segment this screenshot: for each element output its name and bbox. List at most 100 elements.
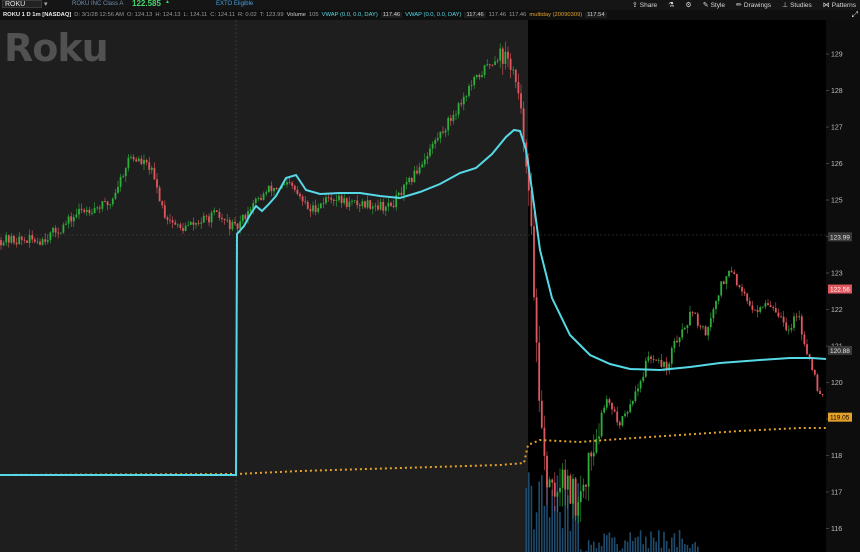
drawings-button[interactable]: ✏ Drawings [736, 1, 771, 10]
volume-bar [642, 544, 644, 552]
candle-body [59, 232, 62, 234]
volume-bar [650, 531, 652, 552]
candle-body [416, 170, 418, 174]
volume-bar [538, 481, 540, 552]
volume-bar [551, 489, 553, 552]
candle-body [356, 200, 359, 206]
volume-bar [621, 548, 624, 552]
candle-body [236, 223, 239, 229]
candle-body [725, 276, 728, 284]
candle-body [629, 404, 632, 413]
candle-body [543, 427, 546, 456]
candle-body [787, 329, 790, 331]
candle-body [366, 200, 369, 208]
candle-body [80, 208, 83, 210]
candle-body [743, 291, 746, 294]
candle-body [769, 305, 772, 308]
candle-body [587, 452, 590, 487]
candle-body [49, 232, 52, 241]
candle-body [392, 205, 395, 208]
candle-body [41, 239, 44, 245]
style-button[interactable]: ✎ Style [703, 1, 725, 10]
candle-body [564, 469, 567, 490]
candle-body [182, 227, 184, 231]
candle-body [452, 114, 455, 121]
chevron-down-icon[interactable]: ▾ [44, 0, 48, 9]
candle-body [234, 221, 236, 224]
candle-body [639, 381, 642, 389]
candle-body [239, 221, 242, 229]
candle-body [202, 215, 205, 223]
candle-body [434, 140, 437, 144]
patterns-label: Patterns [831, 1, 856, 9]
candle-body [613, 409, 616, 412]
volume-bar [535, 512, 538, 552]
legend-typical: T: 123.99 [259, 12, 284, 18]
share-button[interactable]: ⇪ Share [632, 1, 657, 10]
flask-button[interactable]: ⚗ [668, 1, 674, 10]
chart-title[interactable]: ROKU 1 D 1m [NASDAQ] [0, 12, 71, 18]
volume-label[interactable]: Volume [287, 12, 306, 18]
candle-body [75, 214, 78, 217]
candle-body [512, 69, 515, 71]
volume-bar [543, 505, 546, 552]
vwap1-label[interactable]: VWAP (0.0, 0.0, DAY) [322, 12, 378, 18]
volume-bar [624, 540, 626, 552]
volume-bar [587, 540, 590, 552]
candle-body [483, 65, 486, 76]
candle-body [163, 205, 166, 218]
vwap2-label[interactable]: VWAP (0.0, 0.0, DAY) [405, 12, 461, 18]
candle-body [574, 478, 577, 516]
candle-body [465, 95, 468, 97]
candle-body [806, 344, 808, 355]
candle-body [140, 158, 143, 164]
candle-body [546, 455, 548, 488]
toolbar-actions: ⇪ Share ⚗ ⚙ ✎ Style ✏ Drawings ⊥ Studies… [632, 0, 856, 10]
candle-body [634, 391, 637, 401]
volume-bar [613, 537, 616, 552]
flask-icon: ⚗ [668, 1, 675, 9]
settings-button[interactable]: ⚙ [685, 1, 691, 10]
candle-body [270, 185, 273, 192]
candle-body [429, 148, 431, 157]
candle-body [119, 176, 122, 187]
candle-body [774, 308, 777, 313]
candle-body [2, 242, 5, 246]
candle-body [377, 205, 379, 210]
candle-body [226, 219, 229, 221]
price-chart[interactable]: 1291281271261251241231221211201191181171… [0, 20, 860, 552]
candle-body [257, 198, 260, 199]
candle-body [449, 117, 452, 121]
candle-body [62, 224, 65, 233]
candle-body [130, 156, 132, 158]
style-label: Style [710, 1, 726, 9]
candle-body [109, 204, 112, 206]
expand-icon[interactable]: ⤢ [852, 10, 858, 20]
candle-body [205, 215, 208, 217]
candle-body [301, 196, 304, 202]
candle-body [218, 211, 221, 218]
volume-bar [634, 537, 637, 552]
studies-button[interactable]: ⊥ Studies [782, 1, 812, 10]
candle-body [782, 316, 785, 323]
volume-bar [676, 547, 678, 552]
candle-body [561, 469, 564, 488]
volume-bar [556, 475, 559, 552]
candle-body [215, 210, 218, 212]
volume-bar [655, 541, 657, 552]
candle-body [499, 48, 502, 61]
candle-body [330, 197, 333, 200]
candle-body [197, 222, 200, 224]
share-label: Share [639, 1, 658, 9]
drawings-label: Drawings [743, 1, 771, 9]
candle-body [748, 301, 751, 306]
candle-body [176, 224, 179, 226]
candle-body [699, 325, 702, 327]
multiday-label[interactable]: multiday (20090309) [529, 12, 582, 18]
candle-body [413, 170, 416, 183]
axis-tick-label: 122 [831, 307, 843, 314]
candle-body [670, 348, 673, 364]
candle-body [7, 235, 10, 243]
symbol-input[interactable]: ROKU [2, 0, 42, 8]
patterns-button[interactable]: ⋈ Patterns [823, 1, 856, 10]
